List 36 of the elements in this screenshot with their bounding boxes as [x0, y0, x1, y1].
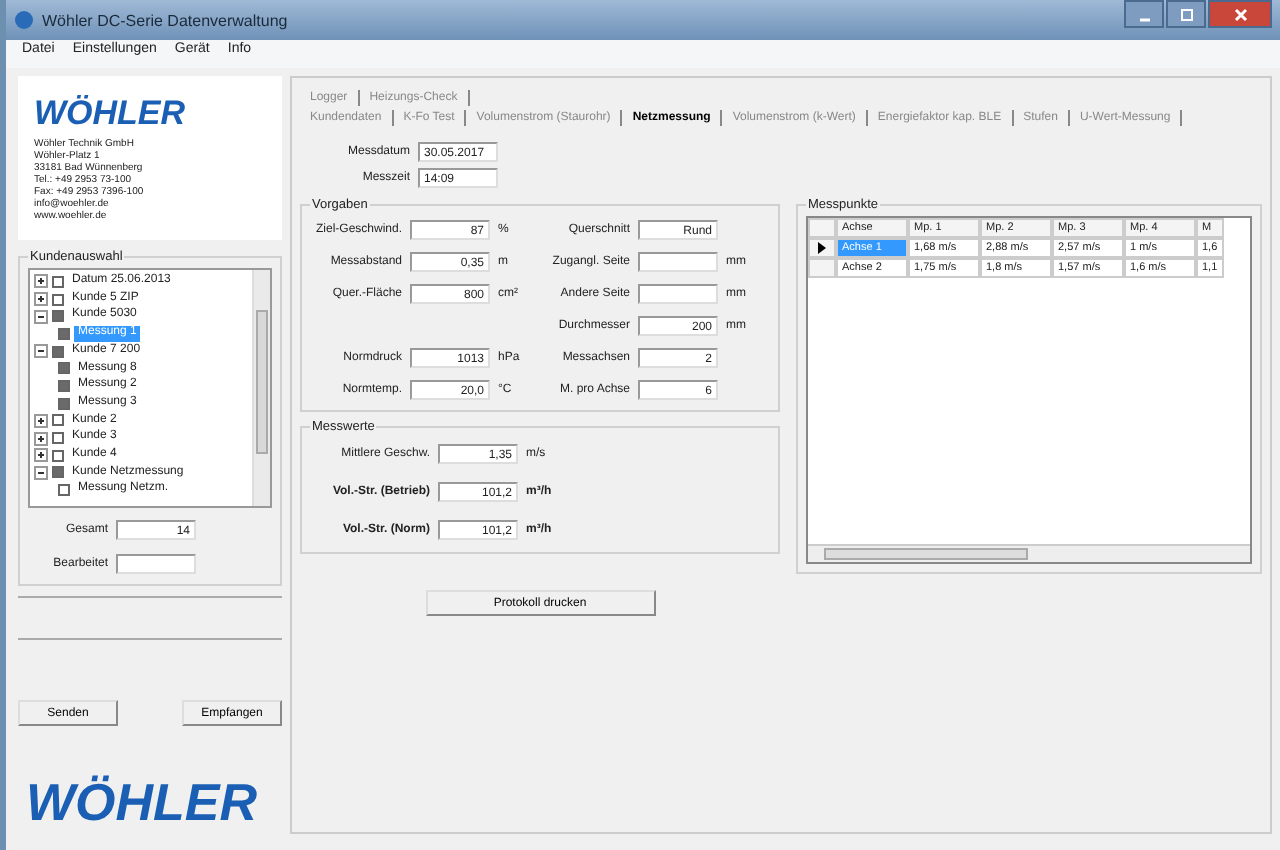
scrollbar[interactable] [808, 544, 1250, 562]
window-title: Wöhler DC-Serie Datenverwaltung [42, 11, 288, 29]
checkbox[interactable] [58, 362, 70, 375]
expand-icon[interactable] [34, 292, 48, 306]
close-icon [1233, 7, 1247, 21]
collapse-icon[interactable] [34, 465, 48, 480]
collapse-icon[interactable] [34, 344, 48, 359]
checkbox[interactable] [52, 466, 64, 479]
checkbox[interactable] [58, 379, 70, 392]
checkbox[interactable] [58, 484, 70, 497]
logo: WÖHLER [24, 772, 260, 834]
checkbox[interactable] [52, 275, 64, 288]
expand-icon[interactable] [34, 274, 48, 289]
checkbox[interactable] [58, 397, 70, 410]
logo: WÖHLER [34, 96, 188, 130]
close-button[interactable] [1208, 0, 1272, 28]
checkbox[interactable] [52, 293, 64, 305]
checkbox[interactable] [52, 414, 64, 427]
checkbox[interactable] [52, 432, 64, 444]
checkbox[interactable] [52, 310, 64, 323]
input-field[interactable] [116, 553, 196, 574]
maximize-icon [1179, 7, 1193, 21]
minimize-button[interactable] [1124, 0, 1164, 28]
maximize-button[interactable] [1166, 0, 1206, 28]
checkbox[interactable] [52, 449, 64, 462]
scrollbar[interactable] [252, 270, 270, 507]
checkbox[interactable] [52, 345, 64, 358]
expand-icon[interactable] [34, 413, 48, 428]
expand-icon[interactable] [34, 448, 48, 463]
row-indicator[interactable] [808, 238, 836, 258]
expand-icon[interactable] [34, 431, 48, 445]
input-field[interactable] [638, 251, 718, 271]
checkbox[interactable] [58, 327, 70, 340]
app-icon [14, 10, 34, 30]
input-field[interactable] [638, 283, 718, 303]
collapse-icon[interactable] [34, 309, 48, 324]
